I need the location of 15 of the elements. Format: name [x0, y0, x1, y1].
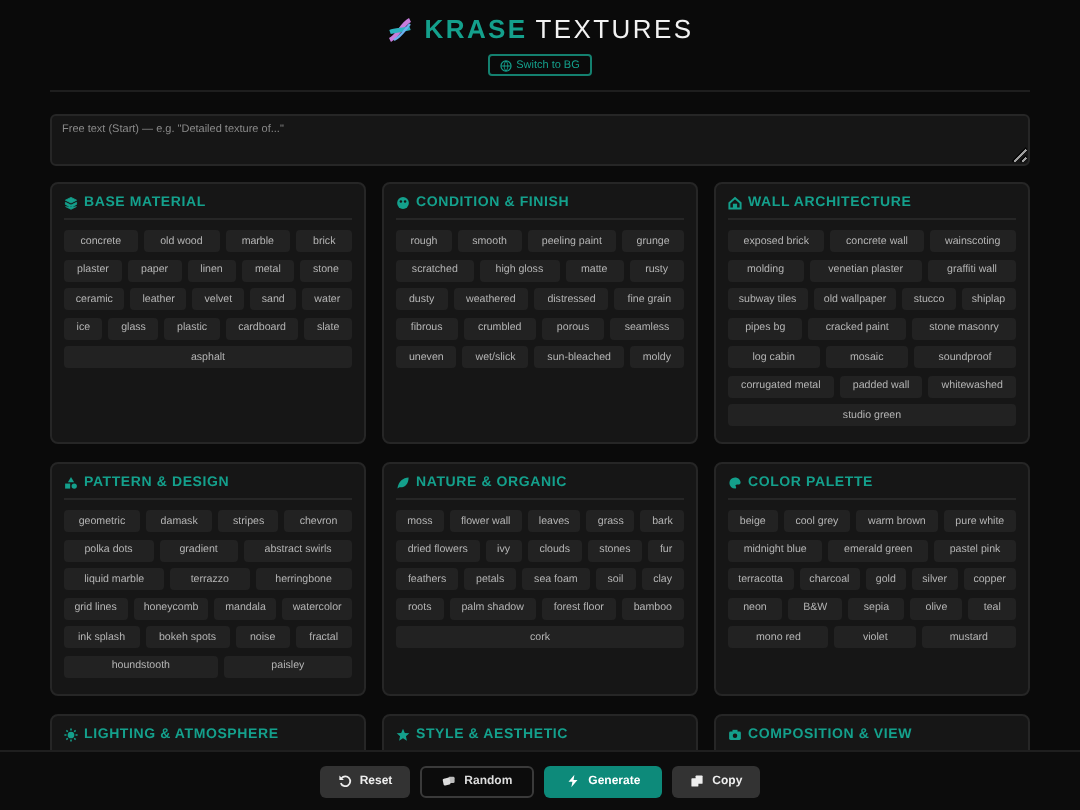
lightning-icon	[566, 774, 581, 788]
leaf-icon	[396, 476, 410, 490]
undo-icon	[337, 774, 352, 788]
shapes-icon	[64, 476, 78, 490]
globe-icon	[500, 59, 513, 71]
cubes-icon	[64, 196, 78, 210]
palette-icon	[728, 476, 742, 490]
app-title-accent: KRASE	[424, 14, 528, 44]
circle-icon	[396, 196, 410, 210]
house-icon	[728, 196, 742, 210]
app-title: TEXTURES	[535, 14, 694, 44]
sun-icon	[64, 727, 78, 741]
camera-icon	[728, 727, 742, 741]
star-icon	[396, 727, 410, 741]
copy-icon	[690, 774, 705, 788]
